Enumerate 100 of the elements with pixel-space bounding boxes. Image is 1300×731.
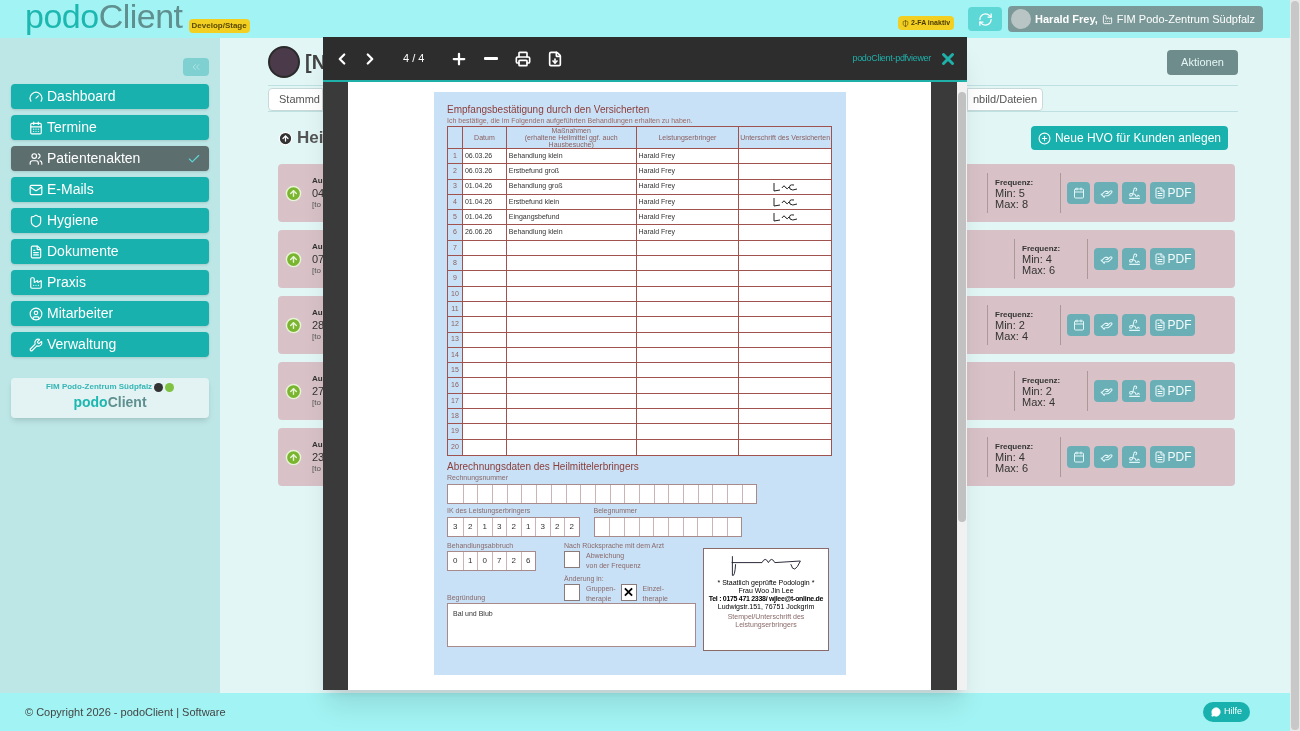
new-prescription-button[interactable]: Neue HVO für Kunden anlegen: [1030, 126, 1228, 150]
digit: 3: [491, 517, 506, 536]
signature-icon: [1127, 186, 1141, 200]
digit: 2: [506, 551, 521, 570]
digit: 3: [535, 517, 550, 536]
frequency-max: Max: 6: [995, 462, 1029, 474]
arrow-up-icon: [278, 130, 293, 146]
frequency-label: Frequenz:: [1022, 374, 1062, 386]
calendar-icon: [29, 120, 43, 135]
file-download-icon: [547, 50, 564, 67]
digit: 1: [477, 517, 492, 536]
copyright-text: © Copyright 2026 - podoClient | Software: [25, 704, 226, 720]
calendar-icon: [1072, 187, 1085, 199]
chat-icon: [1211, 707, 1221, 717]
card-date: 23: [312, 451, 325, 463]
calendar-icon: [1072, 451, 1085, 463]
signature-button[interactable]: [1122, 314, 1146, 336]
sidebar-item[interactable]: Dashboard: [11, 84, 209, 109]
card-label: Au: [312, 241, 324, 253]
calendar-icon: [1072, 319, 1085, 331]
sidebar-item[interactable]: Praxis: [11, 270, 209, 295]
patient-avatar: [268, 46, 300, 78]
tab[interactable]: Stammd: [268, 88, 323, 111]
digit: 1: [462, 551, 477, 570]
calendar-button[interactable]: [1067, 446, 1090, 468]
mail-icon: [29, 182, 43, 197]
frequency-min: Min: 2: [995, 319, 1025, 331]
calendar-button[interactable]: [1067, 314, 1090, 336]
pdf-button[interactable]: PDF: [1150, 380, 1195, 402]
signature-button[interactable]: [1122, 182, 1146, 204]
sidebar-item[interactable]: E-Mails: [11, 177, 209, 202]
digit: 2: [564, 517, 579, 536]
arrow-up-icon: [285, 316, 302, 334]
avatar: [1011, 9, 1032, 29]
sidebar-item[interactable]: Patientenakten: [11, 146, 209, 171]
pdf-button[interactable]: PDF: [1150, 446, 1195, 468]
signature-icon: [1127, 252, 1141, 266]
tab[interactable]: nbild/Dateien: [967, 88, 1043, 111]
card-note: [to: [312, 463, 322, 475]
pdf-button[interactable]: PDF: [1150, 182, 1195, 204]
signature-icon: [1127, 318, 1141, 332]
card-note: [to: [312, 199, 322, 211]
frequency-label: Frequenz:: [1022, 242, 1062, 254]
digit: 2: [506, 517, 521, 536]
card-date: 28: [312, 319, 325, 331]
arrow-up-icon: [285, 250, 302, 268]
signature-drawing: [772, 197, 799, 208]
frequency-min: Min: 2: [1022, 385, 1052, 397]
signature-button[interactable]: [1122, 380, 1146, 402]
factory-icon: [29, 275, 43, 290]
podoclient-logo: podoClient: [73, 393, 147, 411]
card-date: 27: [312, 385, 325, 397]
building-icon: [1101, 13, 1113, 25]
pdf-button[interactable]: PDF: [1150, 314, 1195, 336]
minus-icon: [484, 57, 499, 60]
viewer-title: podoClient-pdfviewer: [852, 51, 931, 65]
scrollbar[interactable]: [957, 82, 967, 690]
actions-button[interactable]: Aktionen: [1167, 49, 1238, 75]
page-indicator: 4 / 4: [403, 51, 425, 67]
arrow-up-icon: [285, 448, 302, 466]
refresh-button[interactable]: [968, 7, 1003, 31]
signature-button[interactable]: [1122, 248, 1146, 270]
signature-icon: [1127, 384, 1141, 398]
form-title: Empfangsbestätigung durch den Versicherten: [447, 104, 651, 116]
digit: 2: [549, 517, 564, 536]
card-label: Au: [312, 439, 324, 451]
frequency-label: Frequenz:: [995, 440, 1035, 452]
collapse-sidebar-button[interactable]: [183, 58, 209, 76]
sidebar-item[interactable]: Mitarbeiter: [11, 301, 209, 326]
card-label: Au: [312, 373, 324, 385]
document-icon: [1153, 253, 1166, 265]
plus-circle-icon: [1037, 131, 1051, 145]
card-date: 07: [312, 253, 325, 265]
printer-icon: [515, 50, 532, 67]
frequency-label: Frequenz:: [995, 176, 1035, 188]
help-button[interactable]: Hilfe: [1203, 702, 1250, 722]
podoclient-logo: podoClient: [25, 0, 183, 34]
digit: 6: [520, 551, 535, 570]
signature-button[interactable]: [1122, 446, 1146, 468]
environment-badge: Develop/Stage: [188, 19, 250, 33]
card-note: [to: [312, 265, 322, 277]
frequency-min: Min: 4: [1022, 253, 1052, 265]
digit: 0: [452, 554, 459, 567]
shield-icon: [902, 19, 909, 27]
signature-drawing: [772, 181, 799, 192]
page-scrollbar[interactable]: [1290, 0, 1300, 731]
users-icon: [29, 151, 43, 166]
sidebar-item[interactable]: Verwaltung: [11, 332, 209, 357]
sidebar-item[interactable]: Hygiene: [11, 208, 209, 233]
frequency-max: Max: 8: [995, 198, 1029, 210]
frequency-max: Max: 4: [1022, 396, 1056, 408]
user-menu-button[interactable]: Harald Frey, FIM Podo-Zentrum Südpfalz: [1008, 6, 1263, 32]
gauge-icon: [29, 89, 43, 104]
sidebar-item[interactable]: Termine: [11, 115, 209, 140]
shield-icon: [29, 213, 43, 228]
sidebar-item[interactable]: Dokumente: [11, 239, 209, 264]
section-title: Abrechnungsdaten des Heilmittelerbringers: [447, 460, 640, 473]
calendar-button[interactable]: [1067, 182, 1090, 204]
pdf-button[interactable]: PDF: [1150, 248, 1195, 270]
document-icon: [29, 244, 43, 259]
